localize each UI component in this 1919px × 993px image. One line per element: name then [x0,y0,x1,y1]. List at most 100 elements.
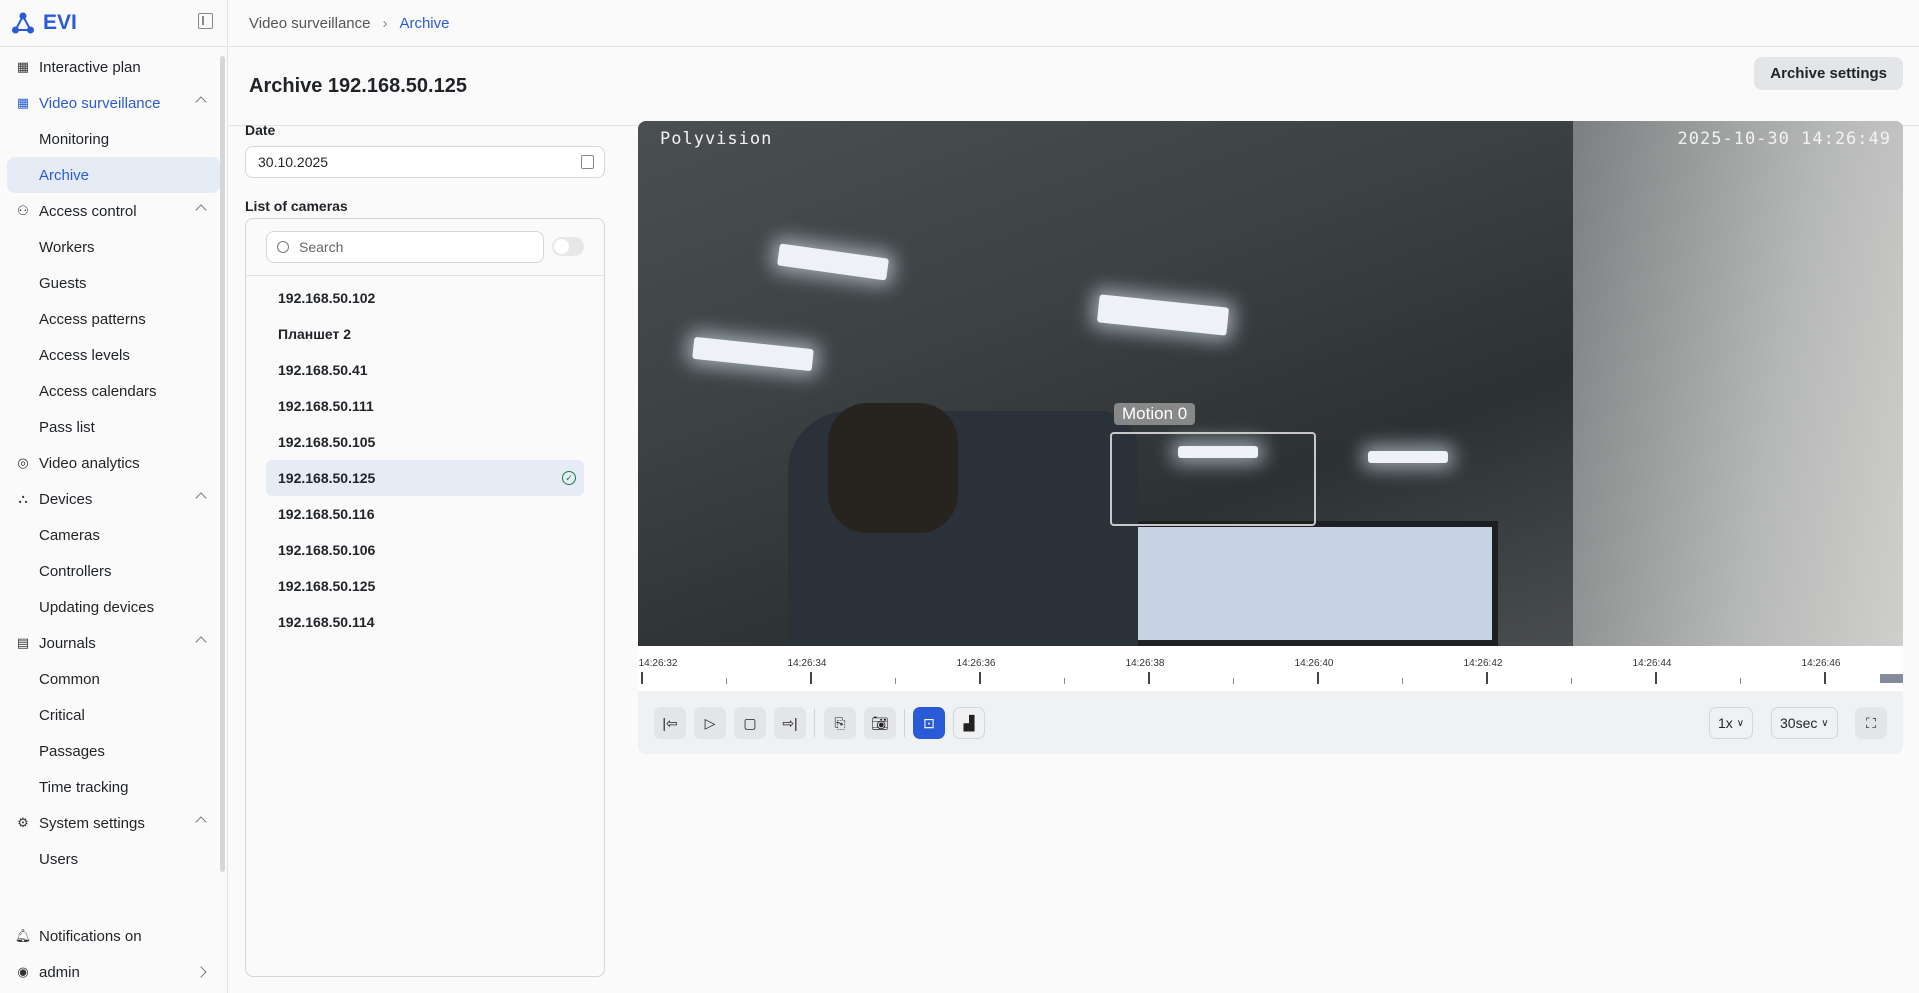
sidebar-item-interactive-plan[interactable]: ▦ Interactive plan [0,49,222,85]
sidebar-item-critical[interactable]: Critical [0,697,222,733]
chevron-down-icon: ∨ [1736,717,1745,729]
sidebar-item-cameras[interactable]: Cameras [0,517,222,553]
chevron-up-icon[interactable] [195,816,207,828]
timeline-tick [894,678,896,684]
search-input[interactable]: Search [266,231,544,263]
sidebar-item-time-tracking[interactable]: Time tracking [0,769,222,805]
timeline-tick-label: 14:26:32 [638,658,678,669]
calendar-icon[interactable] [581,155,594,169]
timeline-tick-label: 14:26:40 [1294,658,1334,669]
sidebar-item-video-surveillance[interactable]: ▦ Video surveillance [0,85,222,121]
sidebar-item-pass-list[interactable]: Pass list [0,409,222,445]
journal-icon: ▤ [16,635,30,650]
sidebar-item-access-control[interactable]: ⚇ Access control [0,193,222,229]
stop-button[interactable]: ▢ [734,707,766,739]
timeline-tick-label: 14:26:36 [956,658,996,669]
video-grid-icon: ▦ [16,95,30,110]
play-icon: ▷ [704,714,716,731]
camera-list-item[interactable]: 192.168.50.106 [266,532,584,568]
timeline[interactable]: 14:26:32 14:26:34 14:26:36 14:26:38 14:26:40… [638,646,1903,691]
timeline-tick-label: 14:26:38 [1125,658,1165,669]
statistics-button[interactable]: ▟ [953,707,985,739]
camera-list-item[interactable]: 192.168.50.102 [266,280,584,316]
sidebar-item-system-settings[interactable]: ⚙ System settings [0,805,222,841]
collapse-sidebar-icon[interactable] [198,13,213,29]
video-frame[interactable]: Polyvision 2025-10-30 14:26:49 Motion 0 [638,121,1903,646]
timestamp-overlay: 2025-10-30 14:26:49 [1677,129,1891,149]
sidebar-item-updating-devices[interactable]: Updating devices [0,589,222,625]
breadcrumb-archive: Archive [399,14,450,32]
step-forward-button[interactable]: ⇨| [774,707,806,739]
fullscreen-button[interactable]: ⛶ [1855,707,1887,739]
sidebar-item-access-patterns[interactable]: Access patterns [0,301,222,337]
breadcrumb: Video surveillance › Archive [229,0,1919,47]
breadcrumb-video-surveillance[interactable]: Video surveillance [249,15,370,32]
camera-list-item[interactable]: 192.168.50.116 [266,496,584,532]
snapshot-button[interactable]: 📷︎ [864,707,896,739]
users-icon: ⚇ [17,203,29,218]
timeline-tick-label: 14:26:34 [787,658,827,669]
date-label: Date [245,122,276,138]
camera-list-item[interactable]: 192.168.50.125 [266,568,584,604]
play-button[interactable]: ▷ [694,707,726,739]
camera-list: Search 192.168.50.102 Планшет 2 192.168.50… [245,218,605,977]
timeline-tick [1739,678,1741,684]
video-player: Polyvision 2025-10-30 14:26:49 Motion 0 … [638,121,1903,754]
timeline-tick-label: 14:26:46 [1801,658,1841,669]
chevron-down-icon: ∨ [1821,717,1829,729]
timeline-tick-label: 14:26:44 [1632,658,1672,669]
export-button[interactable]: ⎘ [824,707,856,739]
logo[interactable]: EVI [0,0,227,47]
logo-icon [12,12,34,34]
sidebar-item-journals[interactable]: ▤ Journals [0,625,222,661]
sidebar-item-controllers[interactable]: Controllers [0,553,222,589]
motion-label: Motion 0 [1114,403,1196,425]
sidebar: EVI ▦ Interactive plan ▦ Video surveillance… [0,0,228,993]
sidebar-item-devices[interactable]: ⛬ Devices [0,481,222,517]
user-menu[interactable]: ◉ admin [0,954,222,990]
chevron-up-icon[interactable] [195,636,207,648]
gear-icon: ⚙ [17,815,29,830]
sidebar-item-access-calendars[interactable]: Access calendars [0,373,222,409]
recording-segment[interactable] [1880,674,1903,683]
timeline-tick [979,672,981,684]
notifications-toggle[interactable]: 🔔︎ Notifications on [0,918,222,954]
timeline-tick [725,678,727,684]
chevron-up-icon[interactable] [195,96,207,108]
timeline-tick [1570,678,1572,684]
sidebar-item-common[interactable]: Common [0,661,222,697]
sidebar-item-monitoring[interactable]: Monitoring [0,121,222,157]
timeline-tick [1824,672,1826,684]
cameras-label: List of cameras [245,198,348,214]
camera-list-item[interactable]: 192.168.50.114 [266,604,584,640]
sidebar-item-workers[interactable]: Workers [0,229,222,265]
breadcrumb-separator-icon: › [382,14,388,32]
step-back-button[interactable]: |⇦ [654,707,686,739]
archive-settings-button[interactable]: Archive settings [1754,57,1903,90]
timeline-tick-label: 14:26:42 [1463,658,1503,669]
speed-select[interactable]: 1x ∨ [1709,707,1754,739]
camera-list-item[interactable]: 192.168.50.105 [266,424,584,460]
chevron-up-icon[interactable] [195,492,207,504]
date-input[interactable]: 30.10.2025 [245,146,605,178]
motion-detection-button[interactable]: ⊡ [913,707,945,739]
sidebar-item-users[interactable]: Users [0,841,222,877]
focus-icon: ⊡ [923,714,935,731]
sidebar-item-video-analytics[interactable]: ◎ Video analytics [0,445,222,481]
filter-toggle[interactable] [552,237,584,256]
sidebar-item-archive[interactable]: Archive [7,157,220,193]
analytics-icon: ◎ [17,455,29,470]
sidebar-item-passages[interactable]: Passages [0,733,222,769]
chevron-up-icon[interactable] [195,204,207,216]
interval-select[interactable]: 30sec ∨ [1771,707,1838,739]
sidebar-nav: ▦ Interactive plan ▦ Video surveillance Moni… [0,49,222,877]
sidebar-item-access-levels[interactable]: Access levels [0,337,222,373]
camera-list-item[interactable]: 192.168.50.41 [266,352,584,388]
sidebar-item-guests[interactable]: Guests [0,265,222,301]
skip-back-icon: |⇦ [662,714,678,731]
fullscreen-icon: ⛶ [1866,714,1876,731]
camera-list-item[interactable]: Планшет 2 [266,316,584,352]
camera-list-item[interactable]: 192.168.50.125 ✓ [266,460,584,496]
motion-box [1110,432,1316,526]
camera-list-item[interactable]: 192.168.50.111 [266,388,584,424]
